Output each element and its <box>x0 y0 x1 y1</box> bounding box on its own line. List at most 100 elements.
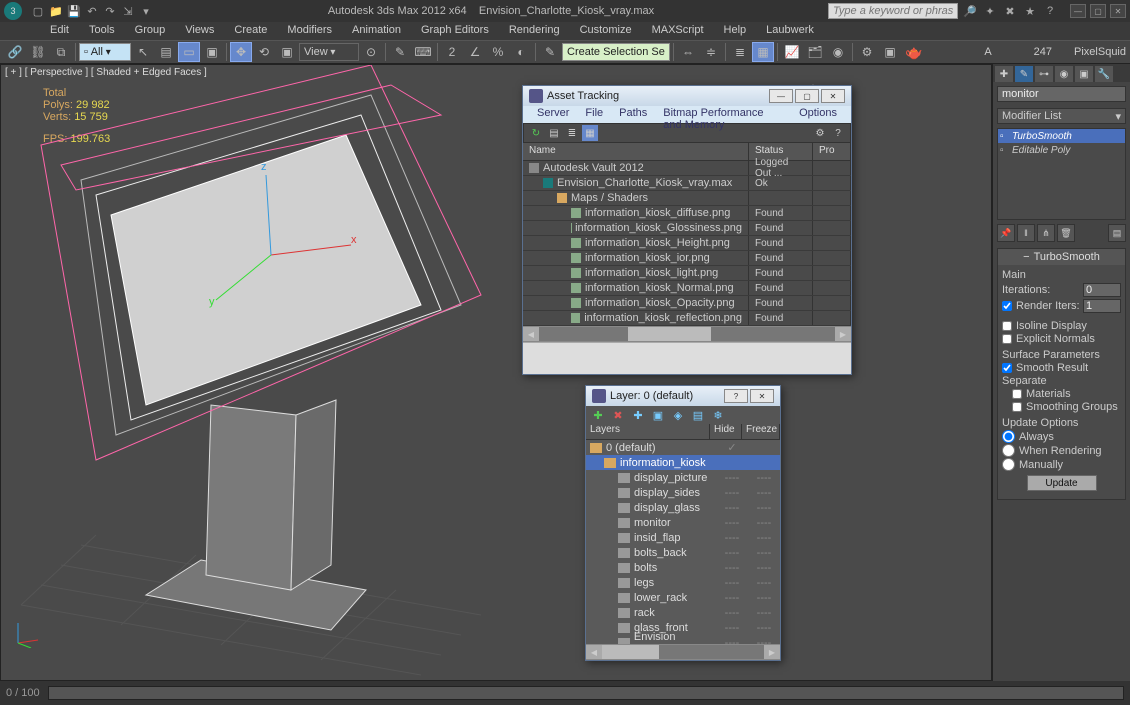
save-icon[interactable]: 💾 <box>66 3 82 19</box>
layer-hscrollbar[interactable]: ◀▶ <box>586 644 780 660</box>
select-manip-icon[interactable]: ✎ <box>389 42 411 62</box>
layer-addsel-icon[interactable]: ✚ <box>630 407 646 423</box>
pin-stack-icon[interactable]: 📌 <box>997 224 1015 242</box>
layer-row[interactable]: 0 (default)✓ <box>586 440 780 455</box>
layer-head-layers[interactable]: Layers <box>586 424 710 439</box>
render-teapot-icon[interactable]: 🫖 <box>902 42 926 62</box>
asset-row[interactable]: information_kiosk_ior.pngFound <box>523 251 851 266</box>
display-tab-icon[interactable]: ▣ <box>1075 66 1093 82</box>
asset-row[interactable]: information_kiosk_diffuse.pngFound <box>523 206 851 221</box>
undo-icon[interactable]: ↶ <box>84 3 100 19</box>
layer-row[interactable]: monitor-------- <box>586 515 780 530</box>
asset-row[interactable]: information_kiosk_Height.pngFound <box>523 236 851 251</box>
select-icon[interactable]: ↖ <box>132 42 154 62</box>
layer-row[interactable]: bolts-------- <box>586 560 780 575</box>
new-icon[interactable]: ▢ <box>30 3 46 19</box>
redo-icon[interactable]: ↷ <box>102 3 118 19</box>
menu-rendering[interactable]: Rendering <box>499 22 570 40</box>
update-render-radio[interactable] <box>1002 444 1015 457</box>
binoculars-icon[interactable]: 🔎 <box>962 3 978 19</box>
menu-help[interactable]: Help <box>714 22 757 40</box>
utilities-tab-icon[interactable]: 🔧 <box>1095 66 1113 82</box>
at-help-icon[interactable]: ? <box>830 125 846 141</box>
layer-highlight-icon[interactable]: ◈ <box>670 407 686 423</box>
menu-modifiers[interactable]: Modifiers <box>277 22 342 40</box>
layers-icon[interactable]: ≣ <box>729 42 751 62</box>
close-icon[interactable]: ✕ <box>1110 4 1126 18</box>
at-settings-icon[interactable]: ⚙ <box>812 125 828 141</box>
named-selection-dropdown[interactable]: Create Selection Se <box>562 43 670 61</box>
help-search-input[interactable] <box>828 3 958 19</box>
star-icon[interactable]: ★ <box>1022 3 1038 19</box>
layer-sel-icon[interactable]: ▣ <box>650 407 666 423</box>
layer-row[interactable]: rack-------- <box>586 605 780 620</box>
at-menu-paths[interactable]: Paths <box>611 106 655 123</box>
minimize-icon[interactable]: — <box>1070 4 1086 18</box>
ribbon-icon[interactable]: ▦ <box>752 42 774 62</box>
link-icon[interactable]: ⇲ <box>120 3 136 19</box>
mirror-icon[interactable]: ⇔ <box>677 42 699 62</box>
at-refresh-icon[interactable]: ↻ <box>528 125 544 141</box>
help-icon[interactable]: ? <box>1042 3 1058 19</box>
menu-group[interactable]: Group <box>125 22 176 40</box>
menu-maxscript[interactable]: MAXScript <box>642 22 714 40</box>
layer-row[interactable]: bolts_back-------- <box>586 545 780 560</box>
at-tree-icon[interactable]: ▤ <box>546 125 562 141</box>
asset-row[interactable]: Envision_Charlotte_Kiosk_vray.maxOk <box>523 176 851 191</box>
render-frame-icon[interactable]: ▣ <box>879 42 901 62</box>
layer-help-icon[interactable]: ? <box>724 389 748 403</box>
at-head-name[interactable]: Name <box>523 143 749 160</box>
menu-laubwerk[interactable]: Laubwerk <box>756 22 824 40</box>
layer-titlebar[interactable]: Layer: 0 (default) ? ✕ <box>586 386 780 406</box>
render-setup-icon[interactable]: ⚙ <box>856 42 878 62</box>
update-always-radio[interactable] <box>1002 430 1015 443</box>
menu-tools[interactable]: Tools <box>79 22 125 40</box>
object-name-input[interactable] <box>997 86 1126 102</box>
layer-row[interactable]: display_glass-------- <box>586 500 780 515</box>
qa-menu-icon[interactable]: ▾ <box>138 3 154 19</box>
menu-edit[interactable]: Edit <box>40 22 79 40</box>
schematic-icon[interactable]: 🗂 <box>804 42 826 62</box>
app-icon[interactable]: 3 <box>4 2 22 20</box>
at-head-pro[interactable]: Pro <box>813 143 851 160</box>
smgroups-checkbox[interactable] <box>1012 402 1022 412</box>
at-menu-server[interactable]: Server <box>529 106 577 123</box>
render-iters-spinner[interactable]: 1 <box>1083 299 1121 313</box>
move-icon[interactable]: ✥ <box>230 42 252 62</box>
at-close-icon[interactable]: ✕ <box>821 89 845 103</box>
menu-graph-editors[interactable]: Graph Editors <box>411 22 499 40</box>
asset-row[interactable]: information_kiosk_reflection.pngFound <box>523 311 851 326</box>
layer-row[interactable]: Envision Charlott-------- <box>586 635 780 644</box>
material-editor-icon[interactable]: ◉ <box>827 42 849 62</box>
show-result-icon[interactable]: ‖ <box>1017 224 1035 242</box>
selection-filter-dropdown[interactable]: ▫ All ▾ <box>79 43 131 61</box>
isoline-checkbox[interactable] <box>1002 321 1012 331</box>
asset-row[interactable]: information_kiosk_light.pngFound <box>523 266 851 281</box>
at-menu-bitmap-performance-and-memory[interactable]: Bitmap Performance and Memory <box>655 106 791 123</box>
menu-create[interactable]: Create <box>224 22 277 40</box>
asset-row[interactable]: Maps / Shaders <box>523 191 851 206</box>
keyboard-icon[interactable]: ⌨ <box>412 42 434 62</box>
at-list-icon[interactable]: ≣ <box>564 125 580 141</box>
layer-row[interactable]: information_kiosk <box>586 455 780 470</box>
modifier-turbosmooth[interactable]: TurboSmooth <box>998 129 1125 143</box>
align-icon[interactable]: ≑ <box>700 42 722 62</box>
modifier-stack[interactable]: TurboSmoothEditable Poly <box>997 128 1126 220</box>
asset-tracking-window[interactable]: Asset Tracking — ▢ ✕ ServerFilePathsBitm… <box>522 85 852 375</box>
layer-freeze-icon[interactable]: ❄ <box>710 407 726 423</box>
explicit-checkbox[interactable] <box>1002 334 1012 344</box>
exchange-icon[interactable]: ✖ <box>1002 3 1018 19</box>
open-icon[interactable]: 📁 <box>48 3 64 19</box>
modifier-editable-poly[interactable]: Editable Poly <box>998 143 1125 157</box>
make-unique-icon[interactable]: ⋔ <box>1037 224 1055 242</box>
at-maximize-icon[interactable]: ▢ <box>795 89 819 103</box>
layer-head-freeze[interactable]: Freeze <box>742 424 780 439</box>
pivot-icon[interactable]: ⊙ <box>360 42 382 62</box>
curve-editor-icon[interactable]: 📈 <box>781 42 803 62</box>
maximize-icon[interactable]: ▢ <box>1090 4 1106 18</box>
select-name-icon[interactable]: ▤ <box>155 42 177 62</box>
at-hscrollbar[interactable]: ◀▶ <box>523 326 851 342</box>
bind-space-icon[interactable]: ⧉ <box>50 42 72 62</box>
layer-manager-window[interactable]: Layer: 0 (default) ? ✕ ✚ ✖ ✚ ▣ ◈ ▤ ❄ Lay… <box>585 385 781 661</box>
timeline-slider[interactable] <box>48 686 1124 700</box>
